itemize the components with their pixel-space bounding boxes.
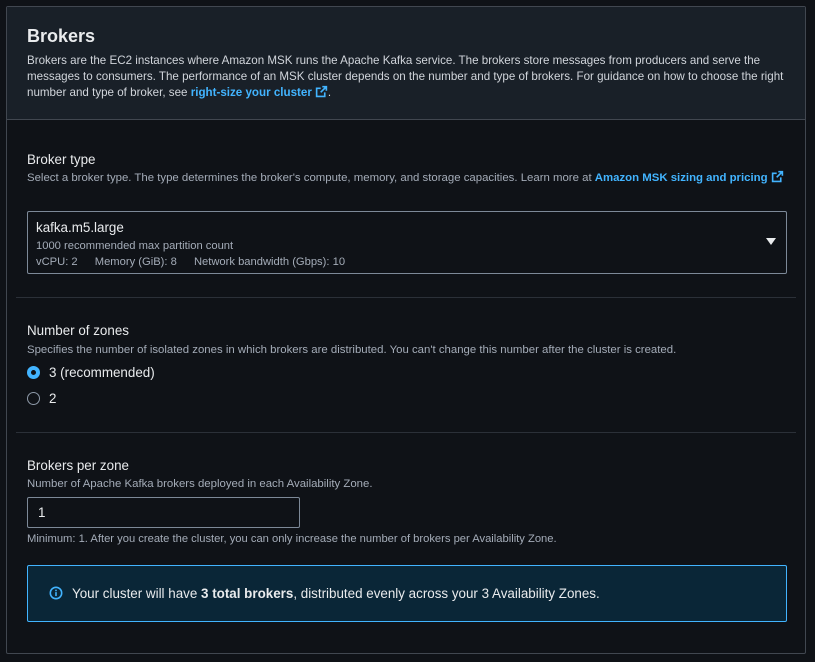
section-description-text: Brokers are the EC2 instances where Amaz…	[27, 54, 784, 99]
zone-option-2-label: 2	[49, 391, 57, 406]
alert-prefix: Your cluster will have	[72, 586, 198, 601]
msk-sizing-link[interactable]: Amazon MSK sizing and pricing	[594, 170, 784, 184]
divider	[16, 297, 796, 298]
external-link-icon	[771, 170, 783, 183]
zones-label: Number of zones	[27, 323, 129, 338]
broker-type-select[interactable]: kafka.m5.large 1000 recommended max part…	[27, 211, 787, 274]
total-brokers-alert: Your cluster will have 3 total brokers, …	[27, 565, 787, 622]
external-link-icon	[315, 85, 328, 98]
memory-spec: Memory (GiB): 8	[94, 256, 177, 268]
broker-type-specs: vCPU: 2 Memory (GiB): 8 Network bandwidt…	[36, 256, 359, 268]
zone-option-3[interactable]: 3 (recommended)	[27, 365, 155, 380]
brokers-per-zone-hint: Minimum: 1. After you create the cluster…	[27, 533, 557, 545]
caret-down-icon	[766, 238, 776, 245]
zone-option-3-label: 3 (recommended)	[49, 365, 155, 380]
right-size-link[interactable]: right-size your cluster	[190, 85, 328, 99]
brokers-per-zone-description: Number of Apache Kafka brokers deployed …	[27, 478, 373, 490]
radio-checked[interactable]	[27, 366, 40, 379]
divider	[16, 432, 796, 433]
broker-type-selected-title: kafka.m5.large	[36, 220, 124, 235]
section-description: Brokers are the EC2 instances where Amaz…	[27, 53, 797, 101]
right-size-link-text: right-size your cluster	[190, 86, 312, 99]
alert-suffix: , distributed evenly across your 3 Avail…	[293, 586, 600, 601]
broker-type-selected-subtitle: 1000 recommended max partition count	[36, 240, 234, 252]
alert-text: Your cluster will have 3 total brokers, …	[72, 586, 600, 601]
desc-end: .	[327, 86, 332, 99]
radio-unchecked[interactable]	[27, 392, 40, 405]
zones-description: Specifies the number of isolated zones i…	[27, 344, 677, 356]
broker-type-label: Broker type	[27, 152, 96, 167]
brokers-per-zone-input[interactable]	[27, 497, 300, 528]
broker-type-desc-text: Select a broker type. The type determine…	[27, 172, 592, 184]
section-title: Brokers	[27, 26, 96, 46]
info-icon	[49, 586, 63, 600]
brokers-per-zone-label: Brokers per zone	[27, 458, 129, 473]
brokers-panel: Brokers Brokers are the EC2 instances wh…	[6, 6, 806, 654]
zone-option-2[interactable]: 2	[27, 391, 56, 406]
msk-sizing-link-text: Amazon MSK sizing and pricing	[594, 172, 768, 184]
network-spec: Network bandwidth (Gbps): 10	[193, 256, 346, 268]
section-header: Brokers Brokers are the EC2 instances wh…	[7, 7, 805, 120]
alert-bold: 3 total brokers	[201, 586, 294, 601]
vcpu-spec: vCPU: 2	[36, 256, 78, 268]
broker-type-description: Select a broker type. The type determine…	[27, 170, 787, 186]
